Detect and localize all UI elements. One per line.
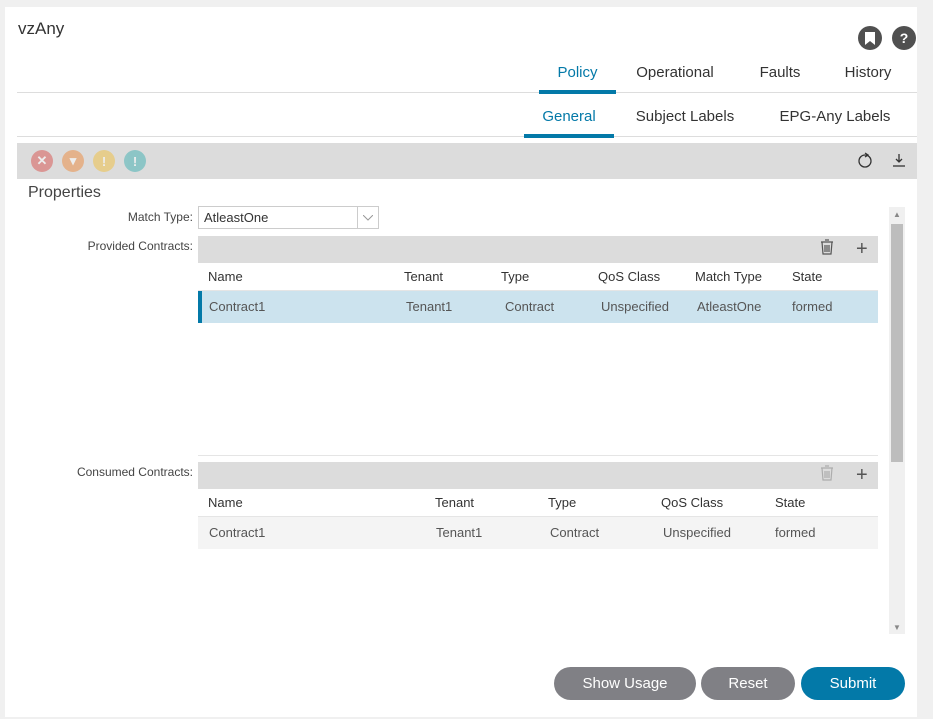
provided-contracts-label: Provided Contracts: xyxy=(87,239,193,253)
col-name[interactable]: Name xyxy=(208,263,243,291)
minor-fault-icon[interactable]: ! xyxy=(93,150,115,172)
major-fault-icon[interactable]: ▾ xyxy=(62,150,84,172)
properties-scrollbar[interactable]: ▲ ▼ xyxy=(889,207,905,634)
tab-faults[interactable]: Faults xyxy=(755,63,805,93)
provided-table-header: Name Tenant Type QoS Class Match Type St… xyxy=(198,263,878,291)
table-row[interactable]: Contract1 Tenant1 Contract Unspecified A… xyxy=(198,291,878,323)
subtab-general[interactable]: General xyxy=(524,107,614,138)
help-icon[interactable]: ? xyxy=(892,26,916,50)
bookmark-icon[interactable] xyxy=(858,26,882,50)
download-icon[interactable] xyxy=(891,151,907,174)
cell-type: Contract xyxy=(505,299,555,314)
cell-tenant: Tenant1 xyxy=(406,299,453,314)
col-qos-class[interactable]: QoS Class xyxy=(661,489,723,517)
match-type-select[interactable]: AtleastOne xyxy=(198,206,379,229)
tab-operational[interactable]: Operational xyxy=(630,63,720,93)
delete-icon xyxy=(820,465,834,486)
cell-tenant: Tenant1 xyxy=(436,525,483,540)
match-type-value: AtleastOne xyxy=(204,210,269,225)
consumed-table-header: Name Tenant Type QoS Class State xyxy=(198,489,878,517)
cell-state: formed xyxy=(792,299,833,314)
fault-toolbar: ✕ ▾ ! ! xyxy=(17,143,917,179)
col-type[interactable]: Type xyxy=(548,489,576,517)
col-name[interactable]: Name xyxy=(208,489,243,517)
sub-tabs: General Subject Labels EPG-Any Labels xyxy=(17,107,917,138)
match-type-label: Match Type: xyxy=(127,210,193,224)
cell-name: Contract1 xyxy=(209,299,266,314)
subtab-subject-labels[interactable]: Subject Labels xyxy=(630,107,740,137)
tab-history[interactable]: History xyxy=(839,63,897,93)
col-qos-class[interactable]: QoS Class xyxy=(598,263,660,291)
critical-fault-icon[interactable]: ✕ xyxy=(31,150,53,172)
consumed-contracts-label: Consumed Contracts: xyxy=(76,465,193,479)
main-tabs: Policy Operational Faults History xyxy=(17,63,917,94)
col-tenant[interactable]: Tenant xyxy=(404,263,443,291)
col-tenant[interactable]: Tenant xyxy=(435,489,474,517)
cell-qos-class: Unspecified xyxy=(663,525,731,540)
show-usage-button[interactable]: Show Usage xyxy=(554,667,696,700)
cell-name: Contract1 xyxy=(209,525,266,540)
properties-heading: Properties xyxy=(28,184,101,201)
submit-button[interactable]: Submit xyxy=(801,667,905,700)
subtab-epg-any-labels[interactable]: EPG-Any Labels xyxy=(775,107,895,137)
add-icon[interactable]: + xyxy=(856,464,868,487)
col-state[interactable]: State xyxy=(792,263,822,291)
cell-type: Contract xyxy=(550,525,600,540)
table-row[interactable]: Contract1 Tenant1 Contract Unspecified f… xyxy=(198,517,878,549)
cell-state: formed xyxy=(775,525,816,540)
chevron-down-icon[interactable] xyxy=(357,207,378,228)
scroll-down-icon[interactable]: ▼ xyxy=(889,623,905,632)
consumed-table-toolbar: + xyxy=(198,462,878,489)
table-divider xyxy=(198,455,878,456)
provided-contracts-table: + Name Tenant Type QoS Class Match Type … xyxy=(198,236,878,323)
col-match-type[interactable]: Match Type xyxy=(695,263,762,291)
col-type[interactable]: Type xyxy=(501,263,529,291)
warning-fault-icon[interactable]: ! xyxy=(124,150,146,172)
reset-button[interactable]: Reset xyxy=(701,667,795,700)
consumed-contracts-table: + Name Tenant Type QoS Class State Contr… xyxy=(198,462,878,549)
cell-qos-class: Unspecified xyxy=(601,299,669,314)
delete-icon[interactable] xyxy=(820,239,834,260)
cell-match-type: AtleastOne xyxy=(697,299,762,314)
tab-policy[interactable]: Policy xyxy=(539,63,616,94)
provided-table-toolbar: + xyxy=(198,236,878,263)
col-state[interactable]: State xyxy=(775,489,805,517)
main-panel: vzAny ? Policy Operational Faults Histor… xyxy=(5,7,917,717)
page-title: vzAny xyxy=(18,19,65,38)
refresh-icon[interactable] xyxy=(857,151,873,174)
add-icon[interactable]: + xyxy=(856,238,868,261)
scroll-up-icon[interactable]: ▲ xyxy=(889,210,905,219)
scrollbar-thumb[interactable] xyxy=(891,224,903,462)
